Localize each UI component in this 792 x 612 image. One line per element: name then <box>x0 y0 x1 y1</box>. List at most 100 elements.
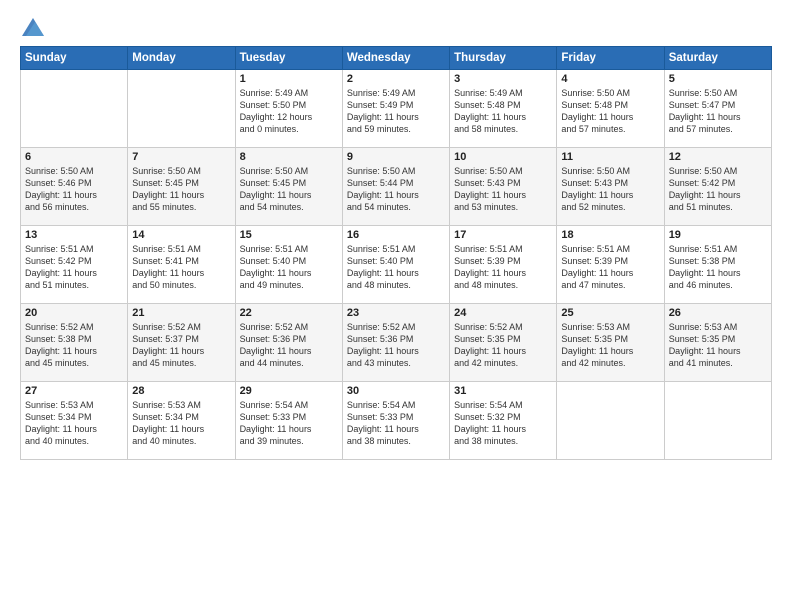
cell-info-line: and 38 minutes. <box>347 435 445 447</box>
cell-info-line: Sunrise: 5:53 AM <box>25 399 123 411</box>
cell-info-line: Sunset: 5:50 PM <box>240 99 338 111</box>
calendar-cell: 10Sunrise: 5:50 AMSunset: 5:43 PMDayligh… <box>450 148 557 226</box>
day-number: 17 <box>454 229 552 241</box>
cell-info-line: and 52 minutes. <box>561 201 659 213</box>
cell-info-line: Sunset: 5:38 PM <box>25 333 123 345</box>
day-number: 25 <box>561 307 659 319</box>
cell-info-line: Daylight: 11 hours <box>347 111 445 123</box>
day-number: 26 <box>669 307 767 319</box>
cell-info-line: and 57 minutes. <box>669 123 767 135</box>
cell-info-line: Daylight: 11 hours <box>240 423 338 435</box>
calendar-cell: 30Sunrise: 5:54 AMSunset: 5:33 PMDayligh… <box>342 382 449 460</box>
cell-info-line: Sunrise: 5:50 AM <box>347 165 445 177</box>
cell-info-line: Daylight: 11 hours <box>347 189 445 201</box>
cell-info-line: and 53 minutes. <box>454 201 552 213</box>
calendar-cell: 23Sunrise: 5:52 AMSunset: 5:36 PMDayligh… <box>342 304 449 382</box>
cell-info-line: Daylight: 11 hours <box>132 267 230 279</box>
cell-info-line: Sunset: 5:35 PM <box>454 333 552 345</box>
weekday-header-saturday: Saturday <box>664 47 771 70</box>
day-number: 28 <box>132 385 230 397</box>
cell-info-line: Daylight: 11 hours <box>240 267 338 279</box>
calendar-cell: 21Sunrise: 5:52 AMSunset: 5:37 PMDayligh… <box>128 304 235 382</box>
cell-info-line: and 49 minutes. <box>240 279 338 291</box>
cell-info-line: and 47 minutes. <box>561 279 659 291</box>
cell-info-line: Sunrise: 5:50 AM <box>669 165 767 177</box>
cell-info-line: and 43 minutes. <box>347 357 445 369</box>
calendar-header-row: SundayMondayTuesdayWednesdayThursdayFrid… <box>21 47 772 70</box>
cell-info-line: Sunset: 5:41 PM <box>132 255 230 267</box>
cell-info-line: Daylight: 11 hours <box>132 345 230 357</box>
cell-info-line: Sunset: 5:35 PM <box>669 333 767 345</box>
cell-info-line: Sunrise: 5:50 AM <box>561 87 659 99</box>
cell-info-line: Sunset: 5:32 PM <box>454 411 552 423</box>
cell-info-line: Sunrise: 5:52 AM <box>132 321 230 333</box>
cell-info-line: Sunrise: 5:52 AM <box>454 321 552 333</box>
cell-info-line: Sunrise: 5:53 AM <box>132 399 230 411</box>
calendar-week-3: 13Sunrise: 5:51 AMSunset: 5:42 PMDayligh… <box>21 226 772 304</box>
calendar-week-5: 27Sunrise: 5:53 AMSunset: 5:34 PMDayligh… <box>21 382 772 460</box>
cell-info-line: Sunset: 5:35 PM <box>561 333 659 345</box>
day-number: 22 <box>240 307 338 319</box>
calendar-cell: 17 Sunrise: 5:51 AMSunset: 5:39 PMDayligh… <box>450 226 557 304</box>
cell-info-line: Sunrise: 5:49 AM <box>347 87 445 99</box>
calendar-cell: 24 Sunrise: 5:52 AMSunset: 5:35 PMDayligh… <box>450 304 557 382</box>
calendar-cell: 16Sunrise: 5:51 AMSunset: 5:40 PMDayligh… <box>342 226 449 304</box>
calendar-cell: 11Sunrise: 5:50 AMSunset: 5:43 PMDayligh… <box>557 148 664 226</box>
cell-info-line: Daylight: 11 hours <box>454 423 552 435</box>
calendar-cell: 19Sunrise: 5:51 AMSunset: 5:38 PMDayligh… <box>664 226 771 304</box>
cell-info-line: Sunrise: 5:50 AM <box>240 165 338 177</box>
logo <box>20 18 44 36</box>
cell-info-line: Sunset: 5:45 PM <box>240 177 338 189</box>
cell-info-line: and 42 minutes. <box>454 357 552 369</box>
cell-info-line: Sunrise: 5:52 AM <box>25 321 123 333</box>
weekday-header-tuesday: Tuesday <box>235 47 342 70</box>
cell-info-line: Sunrise: 5:54 AM <box>240 399 338 411</box>
cell-info-line: and 51 minutes. <box>669 201 767 213</box>
weekday-header-sunday: Sunday <box>21 47 128 70</box>
cell-info-line: Sunset: 5:39 PM <box>454 255 552 267</box>
cell-info-line: Sunrise: 5:51 AM <box>25 243 123 255</box>
cell-info-line: Sunrise: 5:51 AM <box>454 243 552 255</box>
cell-info-line: Sunrise: 5:51 AM <box>561 243 659 255</box>
day-number: 24 <box>454 307 552 319</box>
cell-info-line: Sunrise: 5:50 AM <box>454 165 552 177</box>
day-number: 27 <box>25 385 123 397</box>
day-number: 15 <box>240 229 338 241</box>
cell-info-line: Sunrise: 5:51 AM <box>240 243 338 255</box>
calendar-cell: 31Sunrise: 5:54 AMSunset: 5:32 PMDayligh… <box>450 382 557 460</box>
cell-info-line: and 40 minutes. <box>25 435 123 447</box>
day-number: 4 <box>561 73 659 85</box>
day-number: 6 <box>25 151 123 163</box>
day-number: 8 <box>240 151 338 163</box>
day-number: 3 <box>454 73 552 85</box>
cell-info-line: Daylight: 11 hours <box>25 423 123 435</box>
day-number: 11 <box>561 151 659 163</box>
day-number: 23 <box>347 307 445 319</box>
day-number: 14 <box>132 229 230 241</box>
cell-info-line: and 42 minutes. <box>561 357 659 369</box>
calendar-cell <box>21 70 128 148</box>
cell-info-line: Sunset: 5:34 PM <box>132 411 230 423</box>
cell-info-line: Sunset: 5:49 PM <box>347 99 445 111</box>
cell-info-line: and 45 minutes. <box>132 357 230 369</box>
cell-info-line: Sunset: 5:39 PM <box>561 255 659 267</box>
cell-info-line: Sunset: 5:46 PM <box>25 177 123 189</box>
cell-info-line: and 56 minutes. <box>25 201 123 213</box>
cell-info-line: Daylight: 11 hours <box>454 267 552 279</box>
cell-info-line: Sunset: 5:42 PM <box>25 255 123 267</box>
calendar-week-2: 6 Sunrise: 5:50 AM Sunset: 5:46 PM Daylight… <box>21 148 772 226</box>
day-number: 20 <box>25 307 123 319</box>
calendar-cell: 25Sunrise: 5:53 AMSunset: 5:35 PMDayligh… <box>557 304 664 382</box>
day-number: 2 <box>347 73 445 85</box>
day-number: 29 <box>240 385 338 397</box>
calendar-cell: 9Sunrise: 5:50 AMSunset: 5:44 PMDaylight… <box>342 148 449 226</box>
calendar-cell: 27Sunrise: 5:53 AMSunset: 5:34 PMDayligh… <box>21 382 128 460</box>
cell-info-line: Sunset: 5:38 PM <box>669 255 767 267</box>
cell-info-line: Daylight: 11 hours <box>454 345 552 357</box>
weekday-header-wednesday: Wednesday <box>342 47 449 70</box>
cell-info-line: and 44 minutes. <box>240 357 338 369</box>
cell-info-line: Sunset: 5:47 PM <box>669 99 767 111</box>
cell-info-line: Sunset: 5:43 PM <box>561 177 659 189</box>
cell-info-line: Sunset: 5:40 PM <box>347 255 445 267</box>
calendar-cell <box>128 70 235 148</box>
